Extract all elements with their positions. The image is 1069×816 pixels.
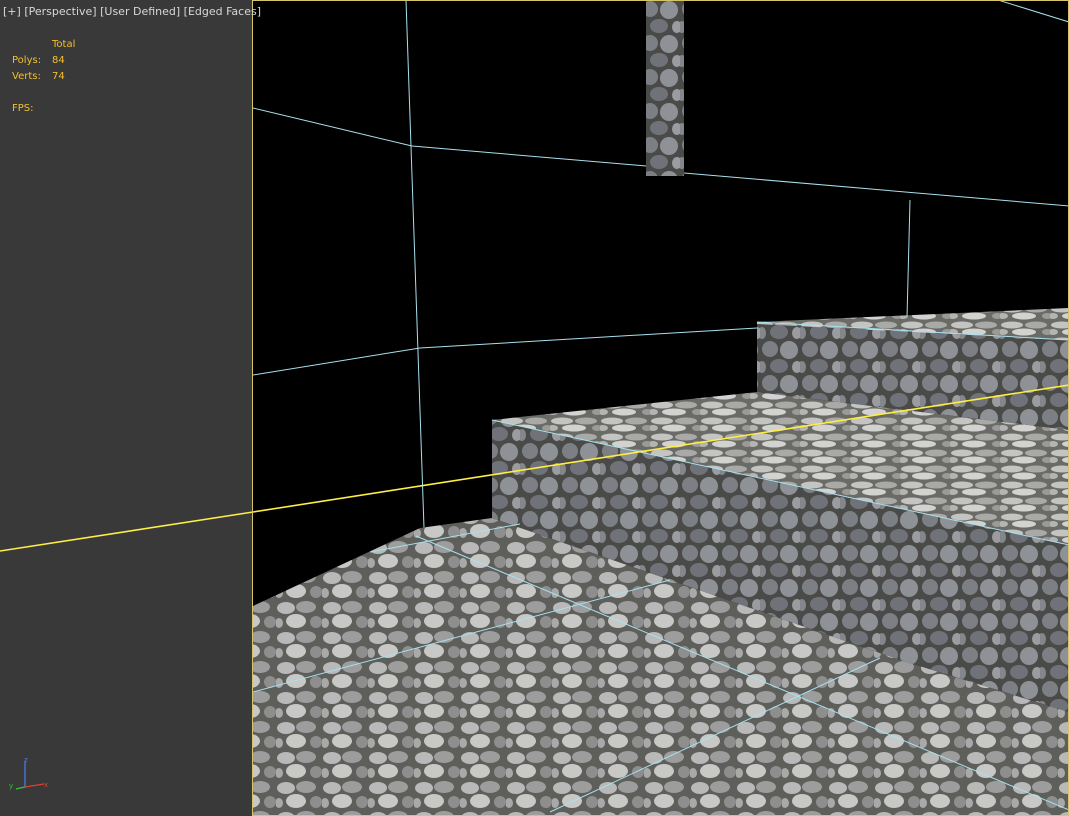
viewport-label-menu[interactable]: [+] [Perspective] [User Defined] [Edged … — [3, 5, 261, 18]
fps-label: FPS: — [12, 103, 34, 114]
viewport-menu-shading[interactable]: [User Defined] — [100, 5, 180, 18]
scene-render[interactable] — [0, 0, 1069, 816]
statistics-overlay: Total Polys: 84 Verts: 74 FPS: — [12, 37, 92, 117]
verts-label: Verts: — [12, 71, 41, 82]
selected-edge-extension — [0, 511, 254, 552]
viewport-menu-plus[interactable]: [+] — [3, 5, 21, 18]
stone-pillar — [646, 1, 684, 176]
axis-y-label: y — [9, 782, 13, 790]
viewport-menu-edges[interactable]: [Edged Faces] — [184, 5, 261, 18]
polys-label: Polys: — [12, 55, 42, 66]
verts-value: 74 — [52, 71, 65, 82]
polys-value: 84 — [52, 55, 65, 66]
axis-z-label: z — [24, 756, 28, 764]
stats-header: Total — [52, 39, 76, 50]
axis-x-label: x — [44, 781, 48, 789]
axis-gizmo-icon: z x y — [9, 756, 48, 790]
viewport-menu-projection[interactable]: [Perspective] — [24, 5, 96, 18]
perspective-viewport[interactable]: [+] [Perspective] [User Defined] [Edged … — [0, 0, 1069, 816]
